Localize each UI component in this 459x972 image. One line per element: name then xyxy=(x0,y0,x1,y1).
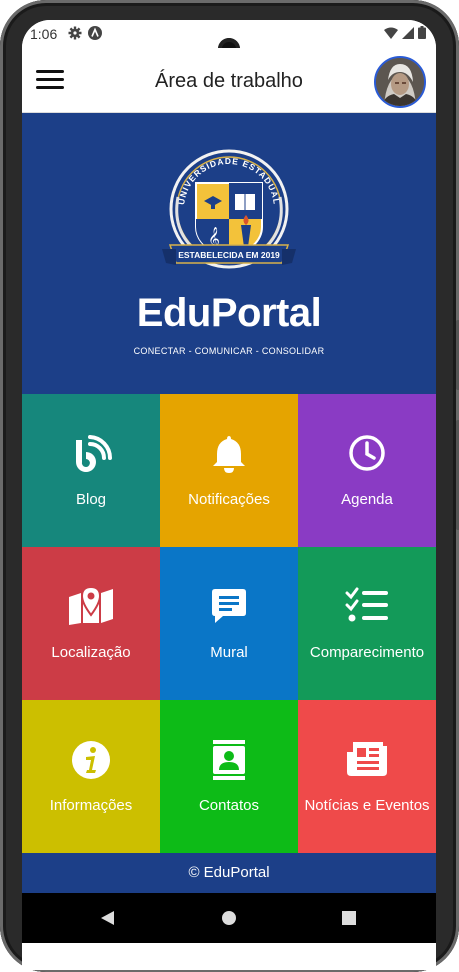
tile-label: Comparecimento xyxy=(309,644,425,661)
blog-icon xyxy=(76,435,112,472)
tile-noticias-eventos[interactable]: Notícias e Eventos xyxy=(298,700,436,853)
settings-icon xyxy=(68,26,82,40)
tile-label: Mural xyxy=(210,644,248,661)
wifi-icon xyxy=(384,27,398,39)
checklist-icon xyxy=(345,587,388,622)
tile-localizacao[interactable]: Localização xyxy=(22,547,160,700)
tile-label: Contatos xyxy=(198,797,260,814)
tile-mural[interactable]: Mural xyxy=(160,547,298,700)
tile-label: Notícias e Eventos xyxy=(304,797,430,814)
university-crest-logo: UNIVERSIDADE ESTADUAL 𝄞 ESTABELECIDA EM … xyxy=(162,149,296,269)
back-icon[interactable] xyxy=(98,909,116,927)
recents-icon[interactable] xyxy=(340,909,358,927)
battery-icon xyxy=(418,26,426,39)
tile-label: Localização xyxy=(51,644,131,661)
home-icon[interactable] xyxy=(220,909,238,927)
message-icon xyxy=(212,589,246,623)
status-time: 1:06 xyxy=(30,26,58,42)
signal-icon xyxy=(402,26,414,39)
newspaper-icon xyxy=(347,742,387,776)
tile-informacoes[interactable]: Informações xyxy=(22,700,160,853)
clock-icon xyxy=(349,435,385,471)
tile-contatos[interactable]: Contatos xyxy=(160,700,298,853)
tile-label: Informações xyxy=(49,797,133,814)
tile-blog[interactable]: Blog xyxy=(22,394,160,547)
tile-label: Blog xyxy=(75,491,107,508)
info-icon xyxy=(72,741,110,779)
app-bar: Área de trabalho xyxy=(22,48,436,113)
avatar[interactable] xyxy=(374,56,426,108)
menu-grid: Blog Notificações Agenda Localização Mur… xyxy=(22,394,436,853)
tile-agenda[interactable]: Agenda xyxy=(298,394,436,547)
bell-icon xyxy=(213,436,245,473)
screen: 1:06 Área de trabalho UNIVERSIDADE ESTAD… xyxy=(22,20,436,970)
contacts-icon xyxy=(213,740,245,780)
hero-banner: UNIVERSIDADE ESTADUAL 𝄞 ESTABELECIDA EM … xyxy=(22,113,436,395)
tile-comparecimento[interactable]: Comparecimento xyxy=(298,547,436,700)
tile-label: Notificações xyxy=(188,491,270,508)
brand-name: EduPortal xyxy=(136,291,322,335)
footer: © EduPortal xyxy=(22,853,436,893)
map-pin-icon xyxy=(69,587,113,625)
brand-tagline: CONECTAR - COMUNICAR - CONSOLIDAR xyxy=(133,346,325,356)
tile-label: Agenda xyxy=(341,491,393,508)
a-badge-icon xyxy=(88,26,102,40)
crest-ribbon-text: ESTABELECIDA EM 2019 xyxy=(178,250,280,260)
system-nav-bar xyxy=(22,893,436,943)
phone-frame: 1:06 Área de trabalho UNIVERSIDADE ESTAD… xyxy=(0,0,459,972)
avatar-image xyxy=(376,58,424,106)
tile-notificacoes[interactable]: Notificações xyxy=(160,394,298,547)
